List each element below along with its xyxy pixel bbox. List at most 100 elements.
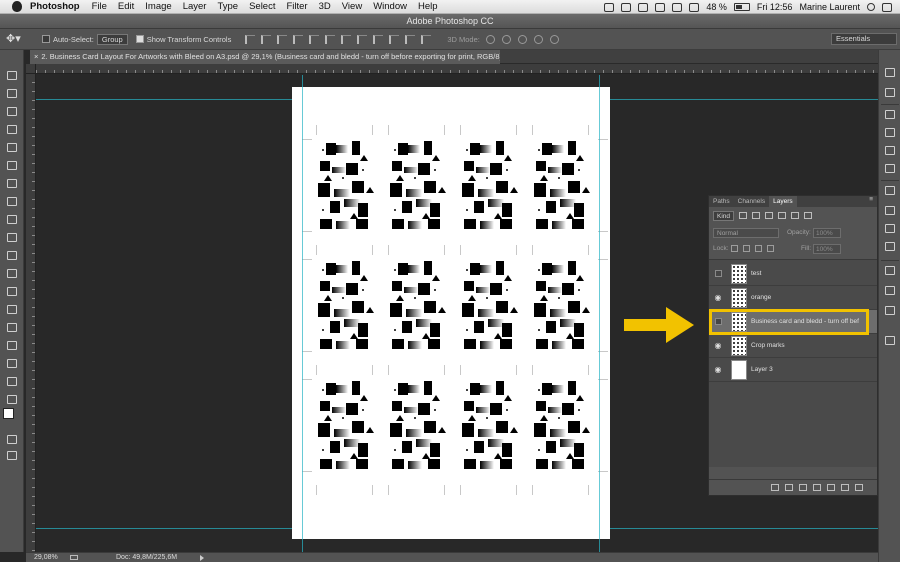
delete-layer-icon[interactable]: [855, 484, 863, 491]
menu-help[interactable]: Help: [418, 1, 438, 12]
zoom-level[interactable]: 29,08%: [34, 553, 58, 562]
menu-3d[interactable]: 3D: [319, 1, 331, 12]
battery-icon[interactable]: [733, 3, 750, 11]
menu-edit[interactable]: Edit: [118, 1, 134, 12]
menu-file[interactable]: File: [92, 1, 107, 12]
lasso-tool-icon[interactable]: [6, 106, 18, 117]
status-menu-arrow-icon[interactable]: [200, 555, 204, 561]
gradient-tool-icon[interactable]: [6, 268, 18, 279]
screen-mode-icon[interactable]: [6, 450, 18, 461]
sync-icon[interactable]: [621, 2, 632, 12]
eye-icon[interactable]: ◉: [713, 293, 723, 302]
align-left-icon[interactable]: [293, 34, 304, 44]
fill-input[interactable]: 100%: [813, 244, 841, 254]
align-right-icon[interactable]: [325, 34, 336, 44]
menu-window[interactable]: Window: [373, 1, 407, 12]
info-panel-icon[interactable]: [885, 286, 896, 296]
guide-vertical[interactable]: [599, 75, 600, 552]
extension-icon[interactable]: [638, 2, 649, 12]
align-vcenter-icon[interactable]: [261, 34, 272, 44]
quick-select-tool-icon[interactable]: [6, 124, 18, 135]
filter-shape-icon[interactable]: [778, 212, 787, 219]
layer-row[interactable]: ◉ orange: [709, 286, 877, 310]
layer-row[interactable]: ◉ Crop marks: [709, 334, 877, 358]
navigator-panel-icon[interactable]: [885, 266, 896, 276]
user-name[interactable]: Marine Laurent: [799, 2, 860, 12]
distribute-top-icon[interactable]: [341, 34, 352, 44]
apple-menu-icon[interactable]: [12, 1, 22, 12]
history-panel-icon[interactable]: [885, 68, 896, 78]
blend-mode-dropdown[interactable]: Normal: [713, 228, 779, 238]
distribute-hcenter-icon[interactable]: [405, 34, 416, 44]
menu-image[interactable]: Image: [145, 1, 171, 12]
volume-icon[interactable]: [672, 2, 683, 12]
menu-app-name[interactable]: Photoshop: [30, 1, 80, 12]
3d-slide-icon[interactable]: [533, 34, 543, 44]
document-tab[interactable]: × 2. Business Card Layout For Artworks wi…: [30, 50, 500, 64]
brush-tool-icon[interactable]: [6, 196, 18, 207]
align-top-icon[interactable]: [245, 34, 256, 44]
lock-transparency-icon[interactable]: [731, 245, 738, 252]
menu-select[interactable]: Select: [249, 1, 275, 12]
filter-adjustment-icon[interactable]: [752, 212, 761, 219]
layer-row[interactable]: ◉ Layer 3: [709, 358, 877, 382]
3d-pan-icon[interactable]: [517, 34, 527, 44]
wifi-icon[interactable]: [689, 2, 700, 12]
hand-tool-icon[interactable]: [6, 394, 18, 405]
link-layers-icon[interactable]: [771, 484, 779, 491]
3d-roll-icon[interactable]: [501, 34, 511, 44]
vertical-ruler[interactable]: [26, 74, 36, 552]
menu-filter[interactable]: Filter: [286, 1, 307, 12]
color-panel-icon[interactable]: [885, 186, 896, 196]
tab-paths[interactable]: Paths: [709, 196, 734, 207]
share-icon[interactable]: [70, 555, 78, 560]
properties-panel-icon[interactable]: [885, 88, 896, 98]
adjustment-layer-icon[interactable]: [813, 484, 821, 491]
filter-type-icon[interactable]: [765, 212, 774, 219]
layers-panel-icon[interactable]: [885, 242, 896, 252]
history-brush-tool-icon[interactable]: [6, 232, 18, 243]
layer-row[interactable]: test: [709, 262, 877, 286]
character-panel-icon[interactable]: [885, 110, 896, 120]
eye-icon[interactable]: ◉: [713, 365, 723, 374]
lock-all-icon[interactable]: [767, 245, 774, 252]
spotlight-search-icon[interactable]: [867, 3, 875, 11]
healing-brush-tool-icon[interactable]: [6, 178, 18, 189]
auto-select-checkbox[interactable]: [42, 35, 50, 43]
crop-tool-icon[interactable]: [6, 142, 18, 153]
menu-layer[interactable]: Layer: [183, 1, 207, 12]
pen-tool-icon[interactable]: [6, 322, 18, 333]
clone-source-panel-icon[interactable]: [885, 164, 896, 174]
menu-type[interactable]: Type: [217, 1, 238, 12]
new-layer-icon[interactable]: [841, 484, 849, 491]
align-bottom-icon[interactable]: [277, 34, 288, 44]
timeline-panel-icon[interactable]: [885, 336, 896, 346]
3d-scale-icon[interactable]: [549, 34, 559, 44]
workspace-switcher[interactable]: Essentials: [831, 33, 897, 45]
add-mask-icon[interactable]: [799, 484, 807, 491]
type-tool-icon[interactable]: [6, 340, 18, 351]
move-tool-preset-icon[interactable]: ✥▾: [6, 32, 34, 46]
filter-smart-object-icon[interactable]: [791, 212, 800, 219]
clock[interactable]: Fri 12:56: [757, 2, 793, 12]
close-tab-icon[interactable]: ×: [34, 52, 38, 61]
filter-kind-dropdown[interactable]: Kind: [713, 210, 735, 221]
show-transform-checkbox[interactable]: [135, 35, 144, 43]
notification-center-icon[interactable]: [882, 2, 892, 12]
document-page[interactable]: [292, 87, 610, 539]
opacity-input[interactable]: 100%: [813, 228, 841, 238]
path-select-tool-icon[interactable]: [6, 358, 18, 369]
tab-layers[interactable]: Layers: [769, 196, 797, 207]
menu-view[interactable]: View: [342, 1, 362, 12]
swatches-panel-icon[interactable]: [885, 206, 896, 216]
new-group-icon[interactable]: [827, 484, 835, 491]
distribute-left-icon[interactable]: [389, 34, 400, 44]
filter-toggle-icon[interactable]: [804, 212, 813, 219]
eyedropper-tool-icon[interactable]: [6, 160, 18, 171]
adjustments-panel-icon[interactable]: [885, 224, 896, 234]
brush-panel-icon[interactable]: [885, 146, 896, 156]
display-icon[interactable]: [655, 2, 666, 12]
quick-mask-icon[interactable]: [6, 434, 18, 445]
blur-tool-icon[interactable]: [6, 286, 18, 297]
shape-tool-icon[interactable]: [6, 376, 18, 387]
